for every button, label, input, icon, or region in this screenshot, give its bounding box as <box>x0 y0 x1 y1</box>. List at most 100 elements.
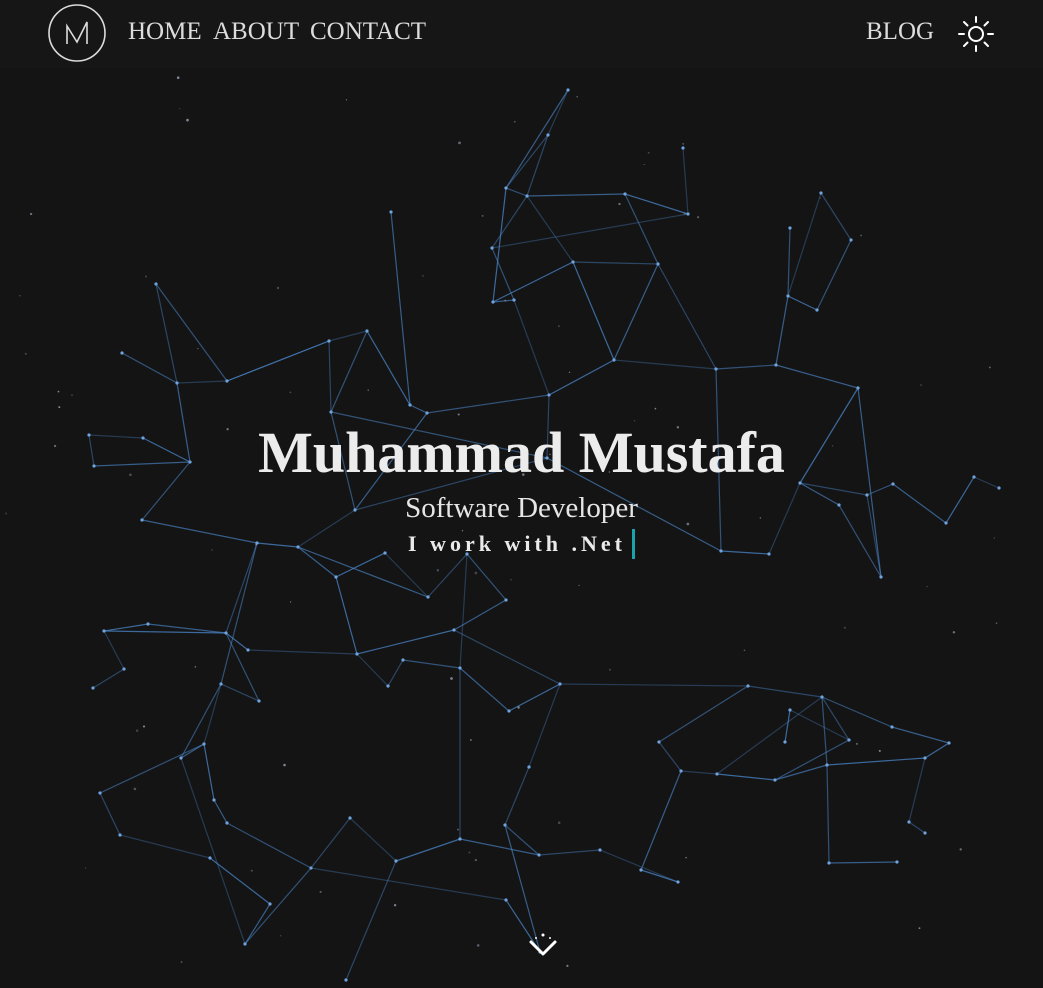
network-node <box>865 493 869 497</box>
network-node <box>504 898 508 902</box>
star-dot <box>250 869 253 872</box>
star-dot <box>129 473 132 477</box>
star-dot <box>289 391 292 394</box>
star-dot <box>618 202 621 206</box>
network-line <box>297 546 429 598</box>
network-node <box>98 791 102 795</box>
nav-link-home[interactable]: HOME <box>128 15 202 49</box>
network-line <box>492 261 574 303</box>
mm-monogram-logo[interactable] <box>48 4 106 62</box>
network-node <box>179 756 183 760</box>
network-line <box>613 359 717 370</box>
star-dot <box>497 447 500 449</box>
network-node <box>719 549 723 553</box>
network-node <box>827 861 831 865</box>
star-dot <box>952 631 956 634</box>
network-line <box>682 147 689 215</box>
network-line <box>402 659 461 669</box>
network-node <box>365 329 369 333</box>
star-dot <box>510 579 512 581</box>
network-node <box>458 666 462 670</box>
network-node <box>537 853 541 857</box>
star-dot <box>819 197 822 199</box>
network-node <box>676 880 680 884</box>
network-line <box>924 742 950 759</box>
network-line <box>491 195 528 249</box>
network-node <box>329 410 333 414</box>
star-dot <box>832 445 834 447</box>
network-node <box>820 695 824 699</box>
network-node <box>788 708 792 712</box>
network-node <box>527 765 531 769</box>
network-line <box>93 461 191 467</box>
network-node <box>558 682 562 686</box>
network-line <box>816 239 852 311</box>
chevron-down-icon[interactable] <box>525 930 561 966</box>
network-line <box>103 630 125 670</box>
network-line <box>546 394 550 459</box>
network-node <box>686 212 690 216</box>
network-node <box>458 837 462 841</box>
network-line <box>775 295 789 366</box>
network-node <box>504 186 508 190</box>
star-dot <box>179 108 181 110</box>
network-node <box>394 859 398 863</box>
star-dot <box>226 428 229 431</box>
network-node <box>679 769 683 773</box>
star-dot <box>558 325 560 327</box>
network-node <box>571 260 575 264</box>
star-dot <box>468 851 471 854</box>
network-line <box>640 770 682 871</box>
network-line <box>310 817 351 869</box>
network-line <box>715 364 777 370</box>
star-dot <box>135 729 139 732</box>
network-node <box>566 88 570 92</box>
network-node <box>512 298 516 302</box>
network-line <box>328 340 332 413</box>
network-line <box>297 546 337 578</box>
network-node <box>525 194 529 198</box>
star-dot <box>450 677 453 680</box>
star-dot <box>608 471 610 473</box>
star-dot <box>24 352 27 355</box>
network-node <box>389 210 393 214</box>
network-node <box>146 622 150 626</box>
network-node <box>175 381 179 385</box>
network-line <box>828 861 898 864</box>
nav-link-about[interactable]: ABOUT <box>213 15 299 49</box>
network-line <box>356 629 455 655</box>
network-line <box>820 192 852 241</box>
network-line <box>409 404 428 414</box>
star-dot <box>276 286 280 290</box>
network-node <box>891 482 895 486</box>
network-node <box>825 763 829 767</box>
star-dot <box>878 749 881 752</box>
network-node <box>296 545 300 549</box>
network-line <box>504 824 540 856</box>
sun-icon[interactable] <box>956 14 996 54</box>
nav-link-blog[interactable]: BLOG <box>866 15 934 49</box>
network-line <box>658 741 682 772</box>
star-dot <box>53 444 57 448</box>
network-line <box>973 476 1000 489</box>
network-line <box>908 757 926 823</box>
network-line <box>220 542 258 685</box>
network-node <box>118 833 122 837</box>
network-line <box>505 187 528 197</box>
network-line <box>547 89 569 136</box>
network-node <box>224 631 228 635</box>
star-dot <box>566 964 569 968</box>
network-line <box>492 187 507 303</box>
network-line <box>225 632 249 651</box>
nav-link-contact[interactable]: CONTACT <box>310 15 426 49</box>
network-line <box>387 659 404 687</box>
network-line <box>774 739 850 781</box>
network-line <box>92 668 125 689</box>
network-line <box>826 757 926 766</box>
network-line <box>330 411 356 511</box>
network-line <box>88 434 144 439</box>
network-node <box>715 772 719 776</box>
network-line <box>513 299 550 396</box>
network-node <box>154 282 158 286</box>
star-dot <box>393 904 397 907</box>
